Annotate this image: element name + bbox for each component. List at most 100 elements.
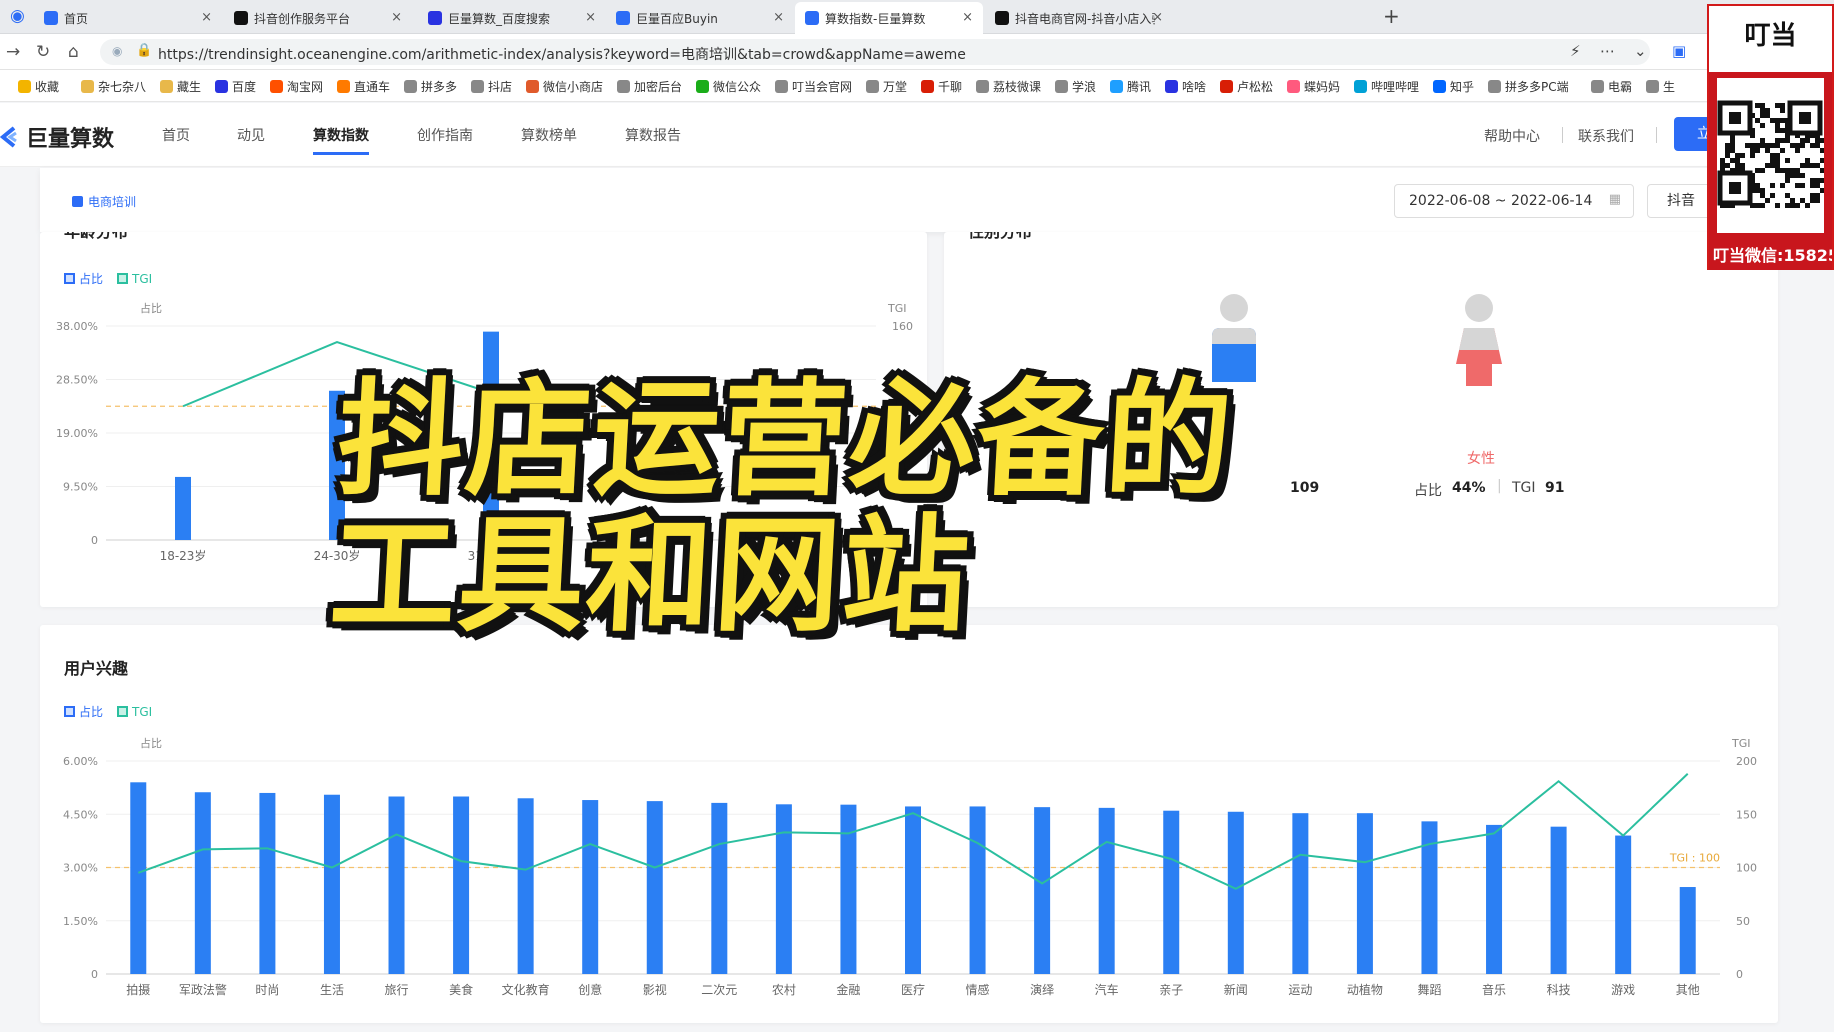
bookmark-item[interactable]: 叮当会官网 xyxy=(775,78,852,95)
bookmark-item[interactable]: 荔枝微课 xyxy=(976,78,1041,95)
bookmark-item[interactable]: 拼多多PC端 xyxy=(1488,78,1569,95)
bookmark-item[interactable]: 万堂 xyxy=(866,78,907,95)
qr-module xyxy=(1725,148,1730,153)
sidebar-toggle-icon[interactable]: ◉ xyxy=(10,6,25,26)
browser-tab[interactable]: 抖音创作服务平台 × xyxy=(224,2,412,34)
bookmark-icon xyxy=(696,80,709,93)
promo-badge: 叮当 叮当微信:15825 xyxy=(1707,4,1834,270)
calendar-icon: ▦ xyxy=(1608,192,1621,207)
bookmark-item[interactable]: 抖店 xyxy=(471,78,512,95)
tab-close-icon[interactable]: × xyxy=(1152,10,1163,25)
forward-icon[interactable]: → xyxy=(6,42,20,62)
bookmark-icon xyxy=(471,80,484,93)
nav-item[interactable]: 创作指南 xyxy=(417,125,473,145)
nav-item[interactable]: 算数指数 xyxy=(313,125,369,155)
tab-close-icon[interactable]: × xyxy=(773,10,784,25)
bookmark-item[interactable]: 生 xyxy=(1646,78,1675,95)
x-tick-label: 金融 xyxy=(836,982,860,997)
qr-module xyxy=(1790,198,1795,203)
bookmark-item[interactable]: 收藏 xyxy=(18,78,59,95)
tab-close-icon[interactable]: × xyxy=(201,10,212,25)
date-range-picker[interactable]: 2022-06-08 ~ 2022-06-14 ▦ xyxy=(1394,184,1634,218)
bookmark-item[interactable]: 百度 xyxy=(215,78,256,95)
bookmark-label: 微信公众 xyxy=(713,80,762,94)
nav-item[interactable]: 算数报告 xyxy=(625,125,681,145)
bookmark-item[interactable]: 电霸 xyxy=(1591,78,1632,95)
nav-item[interactable]: 首页 xyxy=(162,125,190,145)
chevron-down-icon[interactable]: ⌄ xyxy=(1634,42,1647,60)
bookmark-icon xyxy=(160,80,173,93)
bookmark-item[interactable]: 啥啥 xyxy=(1165,78,1206,95)
bookmark-item[interactable]: 藏生 xyxy=(160,78,201,95)
keyword-tag[interactable]: 电商培训 xyxy=(72,193,136,210)
contact-link[interactable]: 联系我们 xyxy=(1578,126,1634,146)
nav-item[interactable]: 算数榜单 xyxy=(521,125,577,145)
qr-module xyxy=(1795,183,1800,188)
bookmark-item[interactable]: 腾讯 xyxy=(1110,78,1151,95)
qr-module xyxy=(1775,158,1780,163)
bookmark-item[interactable]: 微信小商店 xyxy=(526,78,603,95)
bookmark-item[interactable]: 直通车 xyxy=(337,78,390,95)
qr-module xyxy=(1735,158,1740,163)
x-tick-label: 音乐 xyxy=(1482,982,1506,997)
help-center-link[interactable]: 帮助中心 xyxy=(1484,126,1540,146)
qr-module xyxy=(1755,168,1760,173)
header-divider xyxy=(1562,127,1563,143)
qr-module xyxy=(1775,163,1780,168)
bar-新闻 xyxy=(1227,811,1244,974)
browser-tab[interactable]: 首页 × xyxy=(34,2,222,34)
gender-divider: | xyxy=(1497,478,1502,494)
bookmark-item[interactable]: 千聊 xyxy=(921,78,962,95)
y-axis-title: 占比 xyxy=(140,301,162,315)
bookmark-label: 收藏 xyxy=(35,80,60,94)
site-logo[interactable]: 巨量算数 xyxy=(0,121,114,153)
lock-icon[interactable]: 🔒 xyxy=(136,43,152,58)
bookmark-item[interactable]: 哔哩哔哩 xyxy=(1354,78,1419,95)
url-text[interactable]: https://trendinsight.oceanengine.com/ari… xyxy=(158,44,966,64)
qr-module xyxy=(1770,118,1775,123)
extension-icon[interactable]: ▣ xyxy=(1672,42,1686,60)
bookmark-item[interactable]: 微信公众 xyxy=(696,78,761,95)
bookmark-label: 藏生 xyxy=(177,80,202,94)
y2-tick-label: 50 xyxy=(1736,915,1750,928)
bookmark-item[interactable]: 加密后台 xyxy=(617,78,682,95)
bookmark-item[interactable]: 卢松松 xyxy=(1220,78,1273,95)
qr-module xyxy=(1790,203,1795,208)
qr-module xyxy=(1780,108,1785,113)
home-icon[interactable]: ⌂ xyxy=(68,42,79,62)
x-tick-label: 生活 xyxy=(320,983,344,997)
bookmark-item[interactable]: 杂七杂八 xyxy=(81,78,146,95)
qr-module xyxy=(1760,113,1765,118)
browser-tab[interactable]: 巨量算数_百度搜索 × xyxy=(418,2,606,34)
logo-mark-icon xyxy=(0,126,17,148)
tab-close-icon[interactable]: × xyxy=(391,10,402,25)
qr-module xyxy=(1785,173,1790,178)
tab-close-icon[interactable]: × xyxy=(585,10,596,25)
browser-tab[interactable]: 算数指数-巨量算数 × xyxy=(795,2,983,34)
lightning-icon[interactable]: ⚡ xyxy=(1570,42,1581,60)
bookmark-item[interactable]: 学浪 xyxy=(1055,78,1096,95)
bookmark-item[interactable]: 淘宝网 xyxy=(270,78,323,95)
bookmark-label: 知乎 xyxy=(1450,80,1475,94)
bookmark-item[interactable]: 知乎 xyxy=(1433,78,1474,95)
bar-医疗 xyxy=(905,806,921,974)
bar-文化教育 xyxy=(517,798,534,974)
new-tab-icon[interactable]: + xyxy=(1383,4,1400,28)
bookmark-item[interactable]: 蝶妈妈 xyxy=(1287,78,1340,95)
bookmark-item[interactable]: 拼多多 xyxy=(404,78,457,95)
browser-tab[interactable]: 巨量百应Buyin × xyxy=(606,2,794,34)
qr-module xyxy=(1815,183,1820,188)
nav-item[interactable]: 动见 xyxy=(237,125,265,145)
refresh-icon[interactable]: ↻ xyxy=(36,42,50,62)
tab-close-icon[interactable]: × xyxy=(962,10,973,25)
bar-二次元 xyxy=(711,802,728,974)
site-info-icon[interactable]: ◉ xyxy=(112,44,122,58)
qr-module xyxy=(1755,188,1760,193)
qr-module xyxy=(1790,168,1795,173)
more-icon[interactable]: ⋯ xyxy=(1600,42,1615,60)
qr-module xyxy=(1735,153,1740,158)
app-selector[interactable]: 抖音 xyxy=(1647,184,1715,218)
qr-module xyxy=(1735,163,1740,168)
browser-tab[interactable]: 抖音电商官网-抖音小店入驻-抖...× xyxy=(985,2,1173,34)
url-field[interactable]: ◉ 🔒 https://trendinsight.oceanengine.com… xyxy=(100,39,1650,65)
